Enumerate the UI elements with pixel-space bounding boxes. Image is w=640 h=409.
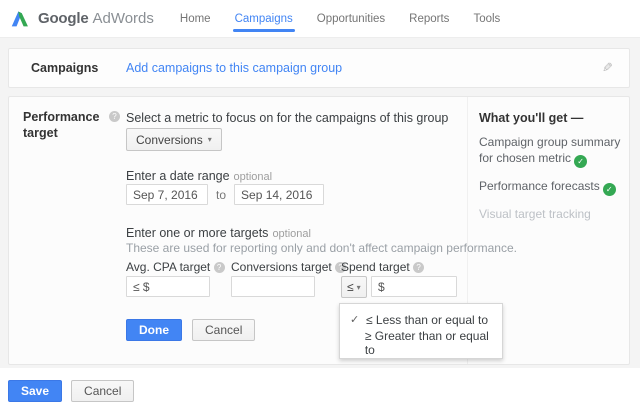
- benefit-item: Performance forecasts✓: [479, 178, 625, 196]
- footer-cancel-button[interactable]: Cancel: [71, 380, 134, 402]
- chevron-down-icon: ▾: [208, 135, 212, 144]
- metric-dropdown-button[interactable]: Conversions ▾: [126, 128, 222, 151]
- conversions-target-input[interactable]: [231, 276, 315, 297]
- adwords-app: Google AdWords Home Campaigns Opportunit…: [0, 0, 640, 409]
- date-range-row: to: [126, 184, 324, 205]
- benefits-panel: What you'll get — Campaign group summary…: [479, 111, 625, 232]
- check-circle-icon: ✓: [574, 155, 587, 168]
- panel-cancel-button[interactable]: Cancel: [192, 319, 255, 341]
- performance-target-panel: Performance target ? Select a metric to …: [8, 96, 630, 365]
- done-button[interactable]: Done: [126, 319, 182, 341]
- targets-label: Enter one or more targetsoptional: [126, 224, 311, 242]
- nav-tools[interactable]: Tools: [473, 0, 500, 38]
- check-circle-icon: ✓: [603, 183, 616, 196]
- spend-operator-value: ≤: [347, 280, 354, 294]
- nav-campaigns[interactable]: Campaigns: [235, 0, 293, 38]
- adwords-logo: Google AdWords: [10, 8, 154, 29]
- optional-tag: optional: [234, 171, 273, 183]
- footer-actions: Save Cancel: [8, 380, 134, 402]
- help-icon[interactable]: ?: [109, 111, 120, 122]
- start-date-input[interactable]: [126, 184, 208, 205]
- brand-google: Google: [38, 10, 88, 27]
- top-nav: Google AdWords Home Campaigns Opportunit…: [0, 0, 640, 38]
- spend-target-input[interactable]: [371, 276, 457, 297]
- benefit-item: Visual target tracking: [479, 206, 625, 222]
- add-campaigns-link[interactable]: Add campaigns to this campaign group: [126, 61, 342, 75]
- date-to-label: to: [216, 188, 226, 202]
- nav-reports[interactable]: Reports: [409, 0, 449, 38]
- main-nav: Home Campaigns Opportunities Reports Too…: [180, 0, 500, 38]
- campaigns-card-title: Campaigns: [31, 61, 126, 75]
- spend-target-label: Spend target ?: [341, 260, 424, 274]
- optional-tag: optional: [272, 228, 311, 240]
- metric-select-label: Select a metric to focus on for the camp…: [126, 111, 448, 125]
- benefit-item: Campaign group summary for chosen metric…: [479, 134, 625, 168]
- spend-operator-dropdown[interactable]: ≤ ▾: [341, 276, 367, 298]
- nav-home[interactable]: Home: [180, 0, 211, 38]
- performance-target-title: Performance target: [23, 109, 103, 142]
- campaigns-card: Campaigns Add campaigns to this campaign…: [8, 48, 630, 88]
- menu-item-greater-than-or-equal[interactable]: ✓ ≥ Greater than or equal to: [340, 331, 502, 354]
- help-icon[interactable]: ?: [214, 262, 225, 273]
- help-icon[interactable]: ?: [413, 262, 424, 273]
- end-date-input[interactable]: [234, 184, 324, 205]
- benefits-title: What you'll get —: [479, 111, 625, 125]
- metric-dropdown-label: Conversions: [136, 133, 203, 147]
- edit-pencil-icon[interactable]: ✎: [602, 60, 613, 76]
- chevron-down-icon: ▾: [357, 283, 361, 292]
- adwords-logo-icon: [10, 8, 31, 29]
- brand-adwords: AdWords: [92, 10, 153, 27]
- avg-cpa-target-label: Avg. CPA target ?: [126, 260, 225, 274]
- operator-dropdown-menu: ✓ ≤ Less than or equal to ✓ ≥ Greater th…: [339, 303, 503, 359]
- targets-note: These are used for reporting only and do…: [126, 241, 517, 255]
- check-icon: ✓: [350, 313, 366, 326]
- conversions-target-label: Conversions target ?: [231, 260, 346, 274]
- avg-cpa-target-input[interactable]: [126, 276, 210, 297]
- nav-opportunities[interactable]: Opportunities: [317, 0, 385, 38]
- performance-target-label: Performance target ?: [23, 109, 127, 142]
- date-range-label: Enter a date rangeoptional: [126, 167, 272, 185]
- save-button[interactable]: Save: [8, 380, 62, 402]
